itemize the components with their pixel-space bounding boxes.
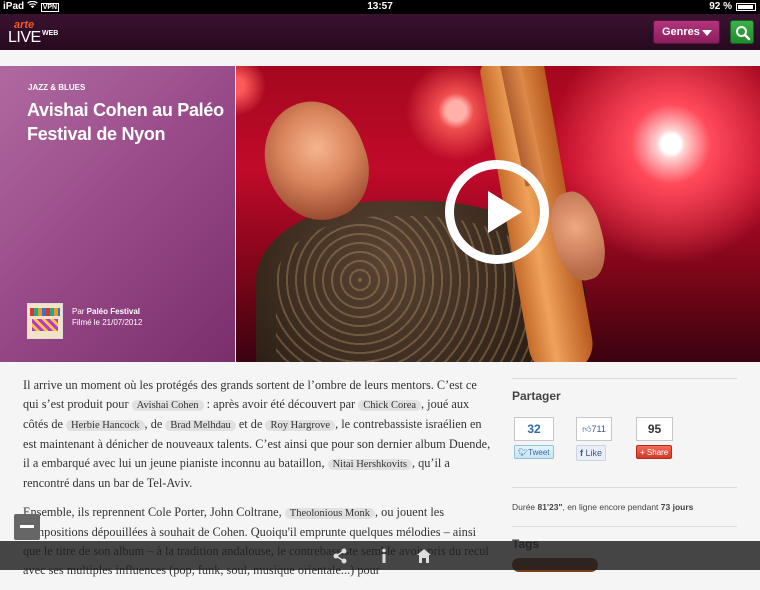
link-theolonious-monk[interactable]: Theolonious Monk xyxy=(284,508,376,519)
share-buttons: 32 🐦︎Tweet 👍︎711 f Like 95 + Share xyxy=(512,417,737,477)
genres-button[interactable]: Genres xyxy=(653,20,720,44)
link-herbie-hancock[interactable]: Herbie Hancock xyxy=(66,420,145,431)
twitter-share: 32 🐦︎Tweet xyxy=(514,417,554,460)
status-bar: iPad VPN 13:57 92 % xyxy=(0,0,760,14)
video-player[interactable] xyxy=(236,66,760,362)
facebook-icon: f xyxy=(580,448,583,458)
share-icon[interactable] xyxy=(332,548,348,564)
duration-info: Durée 81'23", en ligne encore pendant 73… xyxy=(512,502,737,512)
play-icon xyxy=(488,191,522,233)
tweet-button[interactable]: 🐦︎Tweet xyxy=(514,445,554,459)
producer-name[interactable]: Paléo Festival xyxy=(87,307,140,316)
link-nitai-hershkovits[interactable]: Nitai Hershkovits xyxy=(327,459,412,470)
thumb-up-icon: 👍︎ xyxy=(582,424,592,434)
facebook-count: 👍︎711 xyxy=(576,417,612,441)
duration-prefix: Durée xyxy=(512,502,538,512)
duration-mid: , en ligne encore pendant xyxy=(562,502,661,512)
hero-info-panel: JAZZ & BLUES Avishai Cohen au Paléo Fest… xyxy=(0,66,235,362)
google-share: 95 + Share xyxy=(636,417,673,460)
twitter-count: 32 xyxy=(514,417,554,441)
like-button[interactable]: f Like xyxy=(576,445,607,461)
divider xyxy=(512,487,737,488)
video-meta: Par Paléo Festival Filmé le 21/07/2012 xyxy=(72,306,142,328)
google-share-button[interactable]: + Share xyxy=(636,445,673,459)
search-icon xyxy=(736,26,751,41)
status-time: 13:57 xyxy=(367,1,393,12)
plus-icon: + xyxy=(640,448,645,457)
search-button[interactable] xyxy=(730,20,754,44)
link-chick-corea[interactable]: Chick Corea xyxy=(358,400,422,411)
battery-label: 92 % xyxy=(709,1,732,12)
category-label[interactable]: JAZZ & BLUES xyxy=(28,83,85,92)
filmed-date: Filmé le 21/07/2012 xyxy=(72,318,143,327)
duration-value: 81'23" xyxy=(537,502,563,512)
share-title: Partager xyxy=(512,389,561,403)
like-label: Like xyxy=(585,448,603,458)
bird-icon: 🐦︎ xyxy=(518,448,529,457)
days-remaining: 73 jours xyxy=(660,502,694,512)
info-icon[interactable] xyxy=(376,548,392,564)
genres-label: Genres xyxy=(662,26,700,38)
link-avishai-cohen[interactable]: Avishai Cohen xyxy=(131,400,204,411)
by-prefix: Par xyxy=(72,307,87,316)
collapse-button[interactable] xyxy=(14,514,40,540)
text: et de xyxy=(238,417,263,431)
app-header: arte LIVE WEB Genres xyxy=(0,14,760,50)
divider xyxy=(512,378,737,379)
facebook-count-value: 711 xyxy=(591,424,606,434)
bottom-toolbar xyxy=(0,541,760,570)
logo-live: LIVE xyxy=(8,29,41,46)
divider xyxy=(512,526,737,527)
producer-logo[interactable] xyxy=(27,303,63,339)
logo-web: WEB xyxy=(42,30,59,37)
tweet-label: Tweet xyxy=(528,448,550,457)
home-icon[interactable] xyxy=(416,548,432,564)
sidebar: Partager 32 🐦︎Tweet 👍︎711 f Like 95 + Sh… xyxy=(512,378,737,572)
chevron-down-icon xyxy=(702,30,712,36)
text: Ensemble, ils reprennent Cole Porter, Jo… xyxy=(23,505,282,519)
paragraph-1: Il arrive un moment où les protégés des … xyxy=(23,376,493,493)
text: : après avoir été découvert par xyxy=(206,397,356,411)
hero: JAZZ & BLUES Avishai Cohen au Paléo Fest… xyxy=(0,66,760,362)
google-count: 95 xyxy=(636,417,673,441)
google-share-label: Share xyxy=(646,448,669,457)
battery-icon xyxy=(736,2,756,11)
text: , de xyxy=(144,417,163,431)
play-button[interactable] xyxy=(445,160,549,264)
link-roy-hargrove[interactable]: Roy Hargrove xyxy=(265,420,336,431)
link-brad-melhdau[interactable]: Brad Melhdau xyxy=(165,420,236,431)
status-right: 92 % xyxy=(709,1,756,12)
facebook-share: 👍︎711 f Like xyxy=(576,417,612,461)
video-title: Avishai Cohen au Paléo Festival de Nyon xyxy=(27,100,224,144)
